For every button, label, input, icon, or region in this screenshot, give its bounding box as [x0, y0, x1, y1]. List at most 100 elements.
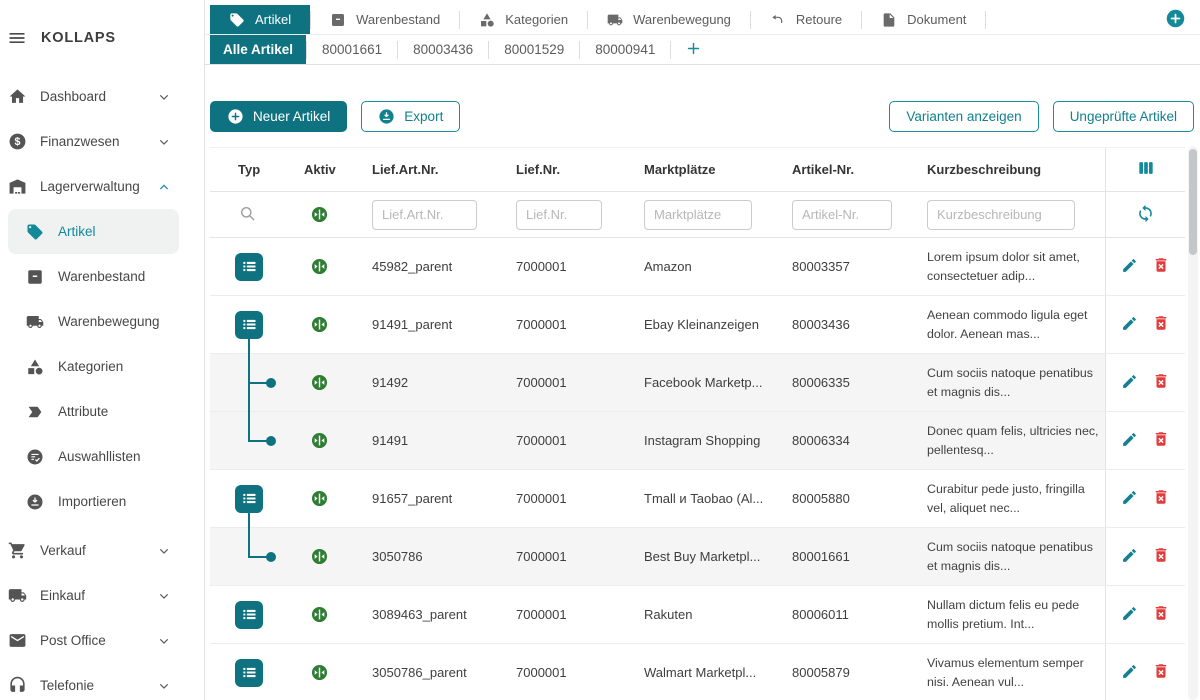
- parent-type-icon[interactable]: [235, 253, 263, 281]
- edit-row-button[interactable]: [1119, 255, 1140, 279]
- delete-row-button[interactable]: [1150, 370, 1172, 395]
- show-variants-button[interactable]: Varianten anzeigen: [889, 101, 1038, 132]
- edit-row-button[interactable]: [1119, 487, 1140, 511]
- menu-icon[interactable]: [7, 28, 27, 48]
- column-header-marktpl-tze[interactable]: Marktplätze: [624, 162, 772, 177]
- subtab-alle-artikel[interactable]: Alle Artikel: [210, 35, 306, 64]
- delete-row-button[interactable]: [1150, 312, 1172, 337]
- tab-label: Retoure: [796, 12, 842, 27]
- chevron-down-icon: [154, 134, 174, 150]
- sidebar-item-einkauf[interactable]: Einkauf: [0, 573, 204, 618]
- delete-row-button[interactable]: [1150, 660, 1172, 685]
- sidebar-item-artikel[interactable]: Artikel: [8, 209, 179, 254]
- pencil-icon: [1121, 315, 1138, 335]
- delete-row-button[interactable]: [1150, 486, 1172, 511]
- table-row: 3050786_parent7000001Walmart Marketpl...…: [210, 644, 1185, 700]
- lief-nr-cell: 7000001: [496, 412, 624, 469]
- aktiv-filter-toggle[interactable]: [310, 205, 329, 224]
- scrollbar-track: [1188, 146, 1198, 700]
- unchecked-articles-button[interactable]: Ungeprüfte Artikel: [1053, 101, 1194, 132]
- sidebar-item-auswahllisten[interactable]: Auswahllisten: [0, 434, 204, 479]
- parent-type-icon[interactable]: [235, 601, 263, 629]
- column-header-kurzbeschreibung[interactable]: Kurzbeschreibung: [907, 162, 1105, 177]
- tab-label: Warenbestand: [356, 12, 440, 27]
- refresh-button[interactable]: [1134, 202, 1157, 228]
- tab-kategorien[interactable]: Kategorien: [460, 5, 587, 34]
- column-header-lief-nr[interactable]: Lief.Nr.: [496, 162, 624, 177]
- aktiv-indicator[interactable]: [310, 257, 329, 276]
- main-area: Artikel Warenbestand KategorienWarenbewegu…: [205, 0, 1200, 700]
- scrollbar-thumb[interactable]: [1189, 149, 1197, 255]
- sidebar-item-importieren[interactable]: Importieren: [0, 479, 204, 524]
- edit-row-button[interactable]: [1119, 661, 1140, 685]
- sidebar-item-dashboard[interactable]: Dashboard: [0, 74, 204, 119]
- aktiv-cell: [290, 470, 352, 527]
- sidebar-item-post-office[interactable]: Post Office: [0, 618, 204, 663]
- tab-retoure[interactable]: Retoure: [751, 5, 861, 34]
- sidebar-item-label: Importieren: [58, 494, 126, 509]
- column-header-lief-art-nr[interactable]: Lief.Art.Nr.: [352, 162, 496, 177]
- sidebar-item-label: Telefonie: [40, 678, 94, 693]
- column-header-aktiv[interactable]: Aktiv: [290, 162, 352, 177]
- parent-type-icon[interactable]: [235, 659, 263, 687]
- sidebar-item-label: Post Office: [40, 633, 106, 648]
- aktiv-indicator[interactable]: [310, 663, 329, 682]
- subtab-80001529[interactable]: 80001529: [489, 35, 579, 64]
- delete-row-button[interactable]: [1150, 254, 1172, 279]
- sidebar-item-verkauf[interactable]: Verkauf: [0, 528, 204, 573]
- marktplatz-cell: Ebay Kleinanzeigen: [624, 296, 772, 353]
- tab-warenbestand[interactable]: Warenbestand: [311, 5, 459, 34]
- tab-divider: [985, 11, 986, 29]
- edit-row-button[interactable]: [1119, 603, 1140, 627]
- typ-cell: [210, 412, 290, 469]
- sidebar-item-attribute[interactable]: Attribute: [0, 389, 204, 434]
- show-variants-label: Varianten anzeigen: [906, 109, 1021, 124]
- add-subtab-button[interactable]: [671, 35, 716, 64]
- aktiv-indicator[interactable]: [310, 605, 329, 624]
- filter-lief-art-nr-input[interactable]: [372, 200, 477, 230]
- sidebar-item-finanzwesen[interactable]: $Finanzwesen: [0, 119, 204, 164]
- sidebar-item-telefonie[interactable]: Telefonie: [0, 663, 204, 700]
- column-header-typ[interactable]: Typ: [210, 162, 290, 177]
- kurzbeschreibung-cell: Lorem ipsum dolor sit amet, consectetuer…: [907, 238, 1105, 295]
- sidebar-item-lagerverwaltung[interactable]: Lagerverwaltung: [0, 164, 204, 209]
- lief-nr-cell: 7000001: [496, 586, 624, 643]
- subtab-80003436[interactable]: 80003436: [398, 35, 488, 64]
- columns-settings-button[interactable]: [1134, 156, 1158, 183]
- edit-row-button[interactable]: [1119, 313, 1140, 337]
- aktiv-indicator[interactable]: [310, 315, 329, 334]
- edit-row-button[interactable]: [1119, 371, 1140, 395]
- delete-row-button[interactable]: [1150, 428, 1172, 453]
- lief-nr-cell: 7000001: [496, 528, 624, 585]
- filter-artikel-nr-input[interactable]: [792, 200, 892, 230]
- sidebar-item-warenbewegung[interactable]: Warenbewegung: [0, 299, 204, 344]
- filter-kurzbeschreibung-input[interactable]: [927, 200, 1075, 230]
- parent-type-icon[interactable]: [235, 485, 263, 513]
- filter-lief-nr-input[interactable]: [516, 200, 602, 230]
- add-tab-button[interactable]: [1161, 5, 1190, 34]
- edit-row-button[interactable]: [1119, 545, 1140, 569]
- parent-type-icon[interactable]: [235, 311, 263, 339]
- delete-row-button[interactable]: [1150, 602, 1172, 627]
- sidebar-item-label: Warenbestand: [58, 269, 145, 284]
- kurzbeschreibung-cell: Aenean commodo ligula eget dolor. Aenean…: [907, 296, 1105, 353]
- sidebar-item-warenbestand[interactable]: Warenbestand: [0, 254, 204, 299]
- tab-dokument[interactable]: Dokument: [862, 5, 985, 34]
- column-header-artikel-nr[interactable]: Artikel-Nr.: [772, 162, 907, 177]
- delete-row-button[interactable]: [1150, 544, 1172, 569]
- export-button[interactable]: Export: [361, 101, 460, 132]
- aktiv-indicator[interactable]: [310, 431, 329, 450]
- subtab-80000941[interactable]: 80000941: [580, 35, 670, 64]
- aktiv-indicator[interactable]: [310, 489, 329, 508]
- edit-row-button[interactable]: [1119, 429, 1140, 453]
- filter-marktpl-tze-input[interactable]: [644, 200, 752, 230]
- tab-warenbewegung[interactable]: Warenbewegung: [588, 5, 750, 34]
- subtab-80001661[interactable]: 80001661: [307, 35, 397, 64]
- table-filter-row: [210, 192, 1185, 238]
- sidebar-item-kategorien[interactable]: Kategorien: [0, 344, 204, 389]
- new-article-button[interactable]: Neuer Artikel: [210, 101, 347, 132]
- tab-artikel[interactable]: Artikel: [210, 5, 310, 34]
- aktiv-indicator[interactable]: [310, 373, 329, 392]
- marktplatz-cell: Amazon: [624, 238, 772, 295]
- aktiv-indicator[interactable]: [310, 547, 329, 566]
